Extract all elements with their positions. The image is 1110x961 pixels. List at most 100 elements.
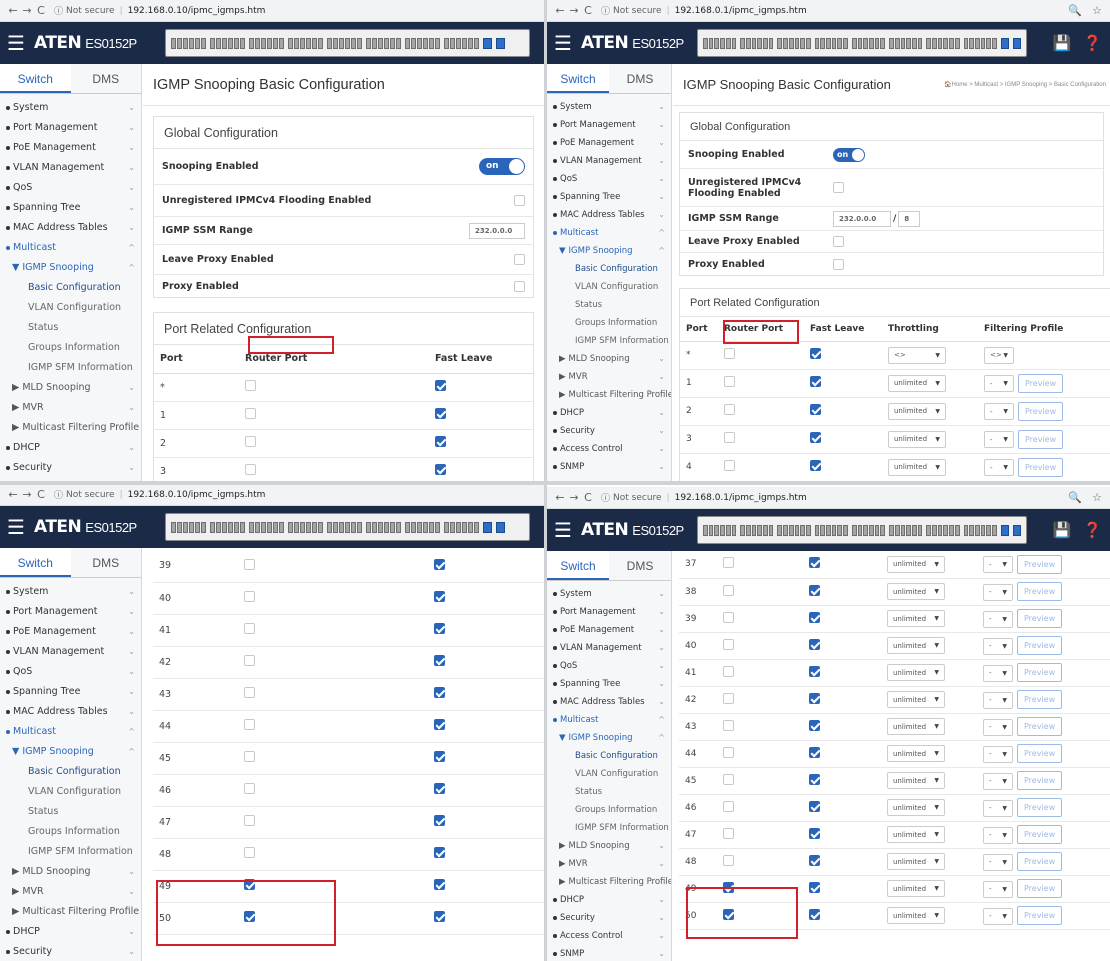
port-led[interactable] bbox=[768, 524, 774, 536]
sidebar-item-mvr[interactable]: ▶ MVR ⌄ bbox=[0, 398, 141, 418]
filtering-profile-select[interactable]: - ▼ bbox=[983, 772, 1013, 790]
port-led[interactable] bbox=[249, 37, 254, 49]
fast-leave-checkbox[interactable] bbox=[434, 687, 445, 698]
filtering-profile-select[interactable]: - ▼ bbox=[984, 375, 1014, 392]
port-led[interactable] bbox=[378, 37, 383, 49]
fast-leave-checkbox[interactable] bbox=[435, 380, 446, 391]
port-led[interactable] bbox=[450, 37, 455, 49]
sidebar-item-multicast[interactable]: Multicast ^ bbox=[547, 224, 671, 242]
port-led[interactable] bbox=[468, 521, 473, 533]
port-led[interactable] bbox=[949, 524, 954, 536]
throttling-select[interactable]: unlimited ▼ bbox=[887, 555, 945, 573]
port-led[interactable] bbox=[216, 37, 221, 49]
throttling-select[interactable]: <> ▼ bbox=[888, 346, 946, 364]
port-led[interactable] bbox=[992, 37, 997, 49]
router-port-checkbox[interactable] bbox=[723, 827, 734, 839]
port-led[interactable] bbox=[800, 524, 805, 536]
sidebar-item-igmp-snooping[interactable]: ▼ IGMP Snooping ^ bbox=[547, 242, 671, 260]
port-led[interactable] bbox=[889, 37, 894, 49]
port-led[interactable] bbox=[333, 37, 338, 49]
port-led[interactable] bbox=[831, 37, 837, 49]
port-led[interactable] bbox=[417, 37, 422, 49]
port-led[interactable] bbox=[831, 524, 837, 536]
port-led[interactable] bbox=[911, 524, 917, 536]
fast-leave-checkbox[interactable] bbox=[434, 558, 445, 570]
fast-leave-checkbox[interactable] bbox=[809, 773, 820, 785]
address-bar[interactable]: 192.168.0.1/ipmc_igmps.htm bbox=[675, 6, 807, 16]
port-led[interactable] bbox=[851, 37, 857, 49]
port-led[interactable] bbox=[273, 37, 278, 49]
proxy-checkbox[interactable] bbox=[514, 280, 525, 292]
port-led[interactable] bbox=[195, 521, 200, 533]
port-led[interactable] bbox=[745, 37, 751, 49]
port-led[interactable] bbox=[992, 524, 997, 536]
snooping-toggle[interactable]: on bbox=[479, 158, 525, 175]
sidebar-item-igmp-sfm[interactable]: IGMP SFM Information bbox=[0, 358, 141, 378]
sidebar-item-mac-tables[interactable]: MAC Address Tables ⌄ bbox=[547, 206, 671, 224]
hamburger-icon[interactable]: ☰ bbox=[549, 33, 577, 53]
port-led[interactable] bbox=[889, 524, 894, 536]
sidebar-item-dhcp[interactable]: DHCP ⌄ bbox=[0, 922, 141, 942]
fast-leave-checkbox[interactable] bbox=[434, 719, 445, 730]
sidebar-item-spanning-tree[interactable]: Spanning Tree ⌄ bbox=[0, 198, 141, 218]
port-led[interactable] bbox=[195, 37, 200, 49]
router-port-checkbox[interactable] bbox=[244, 751, 255, 762]
port-led[interactable] bbox=[814, 37, 820, 49]
router-port-checkbox[interactable] bbox=[245, 436, 256, 447]
port-led[interactable] bbox=[474, 521, 479, 533]
fast-leave-checkbox[interactable] bbox=[435, 464, 446, 475]
port-led[interactable] bbox=[306, 521, 311, 533]
address-bar[interactable]: 192.168.0.1/ipmc_igmps.htm bbox=[675, 493, 807, 503]
snooping-toggle[interactable]: on bbox=[833, 147, 865, 162]
port-led[interactable] bbox=[456, 521, 461, 533]
sidebar-item-mac-tables[interactable]: MAC Address Tables ⌄ bbox=[0, 218, 141, 238]
port-led[interactable] bbox=[300, 521, 305, 533]
preview-button[interactable]: Preview bbox=[1017, 609, 1063, 628]
port-led[interactable] bbox=[450, 521, 455, 533]
port-led[interactable] bbox=[177, 521, 182, 533]
router-port-checkbox[interactable] bbox=[724, 460, 735, 471]
switch-front-panel[interactable] bbox=[697, 29, 1027, 57]
port-led[interactable] bbox=[294, 37, 299, 49]
forward-icon[interactable]: → bbox=[567, 4, 581, 17]
sidebar-item-poe-mgmt[interactable]: PoE Management ⌄ bbox=[0, 622, 141, 642]
help-icon[interactable]: ❓ bbox=[1083, 521, 1102, 539]
sidebar-item-groups-info[interactable]: Groups Information bbox=[547, 314, 671, 332]
port-led[interactable] bbox=[906, 524, 911, 536]
port-led[interactable] bbox=[183, 37, 188, 49]
port-led[interactable] bbox=[267, 37, 272, 49]
sidebar-item-port-mgmt[interactable]: Port Management ⌄ bbox=[547, 603, 671, 621]
router-port-checkbox[interactable] bbox=[245, 464, 256, 475]
router-port-checkbox[interactable] bbox=[244, 815, 255, 826]
sidebar-item-mfp[interactable]: ▶Multicast Filtering Profile⌄ bbox=[547, 873, 671, 891]
sidebar-item-system[interactable]: System ⌄ bbox=[547, 98, 671, 116]
preview-button[interactable]: Preview bbox=[1017, 906, 1063, 925]
fast-leave-checkbox[interactable] bbox=[809, 692, 820, 704]
port-led[interactable] bbox=[777, 37, 783, 49]
port-led[interactable] bbox=[794, 37, 800, 49]
port-led[interactable] bbox=[255, 37, 260, 49]
sidebar-item-multicast[interactable]: Multicast ^ bbox=[547, 711, 671, 729]
ssm-mask-input[interactable]: 8 bbox=[898, 210, 921, 227]
port-led[interactable] bbox=[228, 37, 233, 49]
sidebar-item-mfp[interactable]: ▶Multicast Filtering Profile⌄ bbox=[547, 386, 671, 404]
port-led[interactable] bbox=[974, 37, 980, 49]
forward-icon[interactable]: → bbox=[20, 488, 34, 501]
port-led[interactable] bbox=[751, 524, 757, 536]
port-led[interactable] bbox=[339, 37, 344, 49]
sidebar-item-igmp-snooping[interactable]: ▼ IGMP Snooping ^ bbox=[0, 258, 141, 278]
fast-leave-checkbox[interactable] bbox=[810, 432, 821, 443]
sidebar-item-vlan-config[interactable]: VLAN Configuration bbox=[547, 765, 671, 783]
fast-leave-checkbox[interactable] bbox=[809, 584, 820, 596]
port-led[interactable] bbox=[745, 524, 751, 536]
port-led[interactable] bbox=[900, 37, 906, 49]
port-led[interactable] bbox=[783, 37, 788, 49]
router-port-checkbox[interactable] bbox=[723, 854, 734, 866]
port-led[interactable] bbox=[396, 521, 401, 533]
port-led[interactable] bbox=[444, 521, 449, 533]
throttling-select[interactable]: unlimited ▼ bbox=[887, 718, 945, 735]
sidebar-item-mld-snooping[interactable]: ▶ MLD Snooping ⌄ bbox=[0, 862, 141, 882]
filtering-profile-select[interactable]: - ▼ bbox=[983, 799, 1013, 817]
leave-proxy-checkbox[interactable] bbox=[514, 254, 525, 265]
port-led[interactable] bbox=[917, 524, 923, 536]
